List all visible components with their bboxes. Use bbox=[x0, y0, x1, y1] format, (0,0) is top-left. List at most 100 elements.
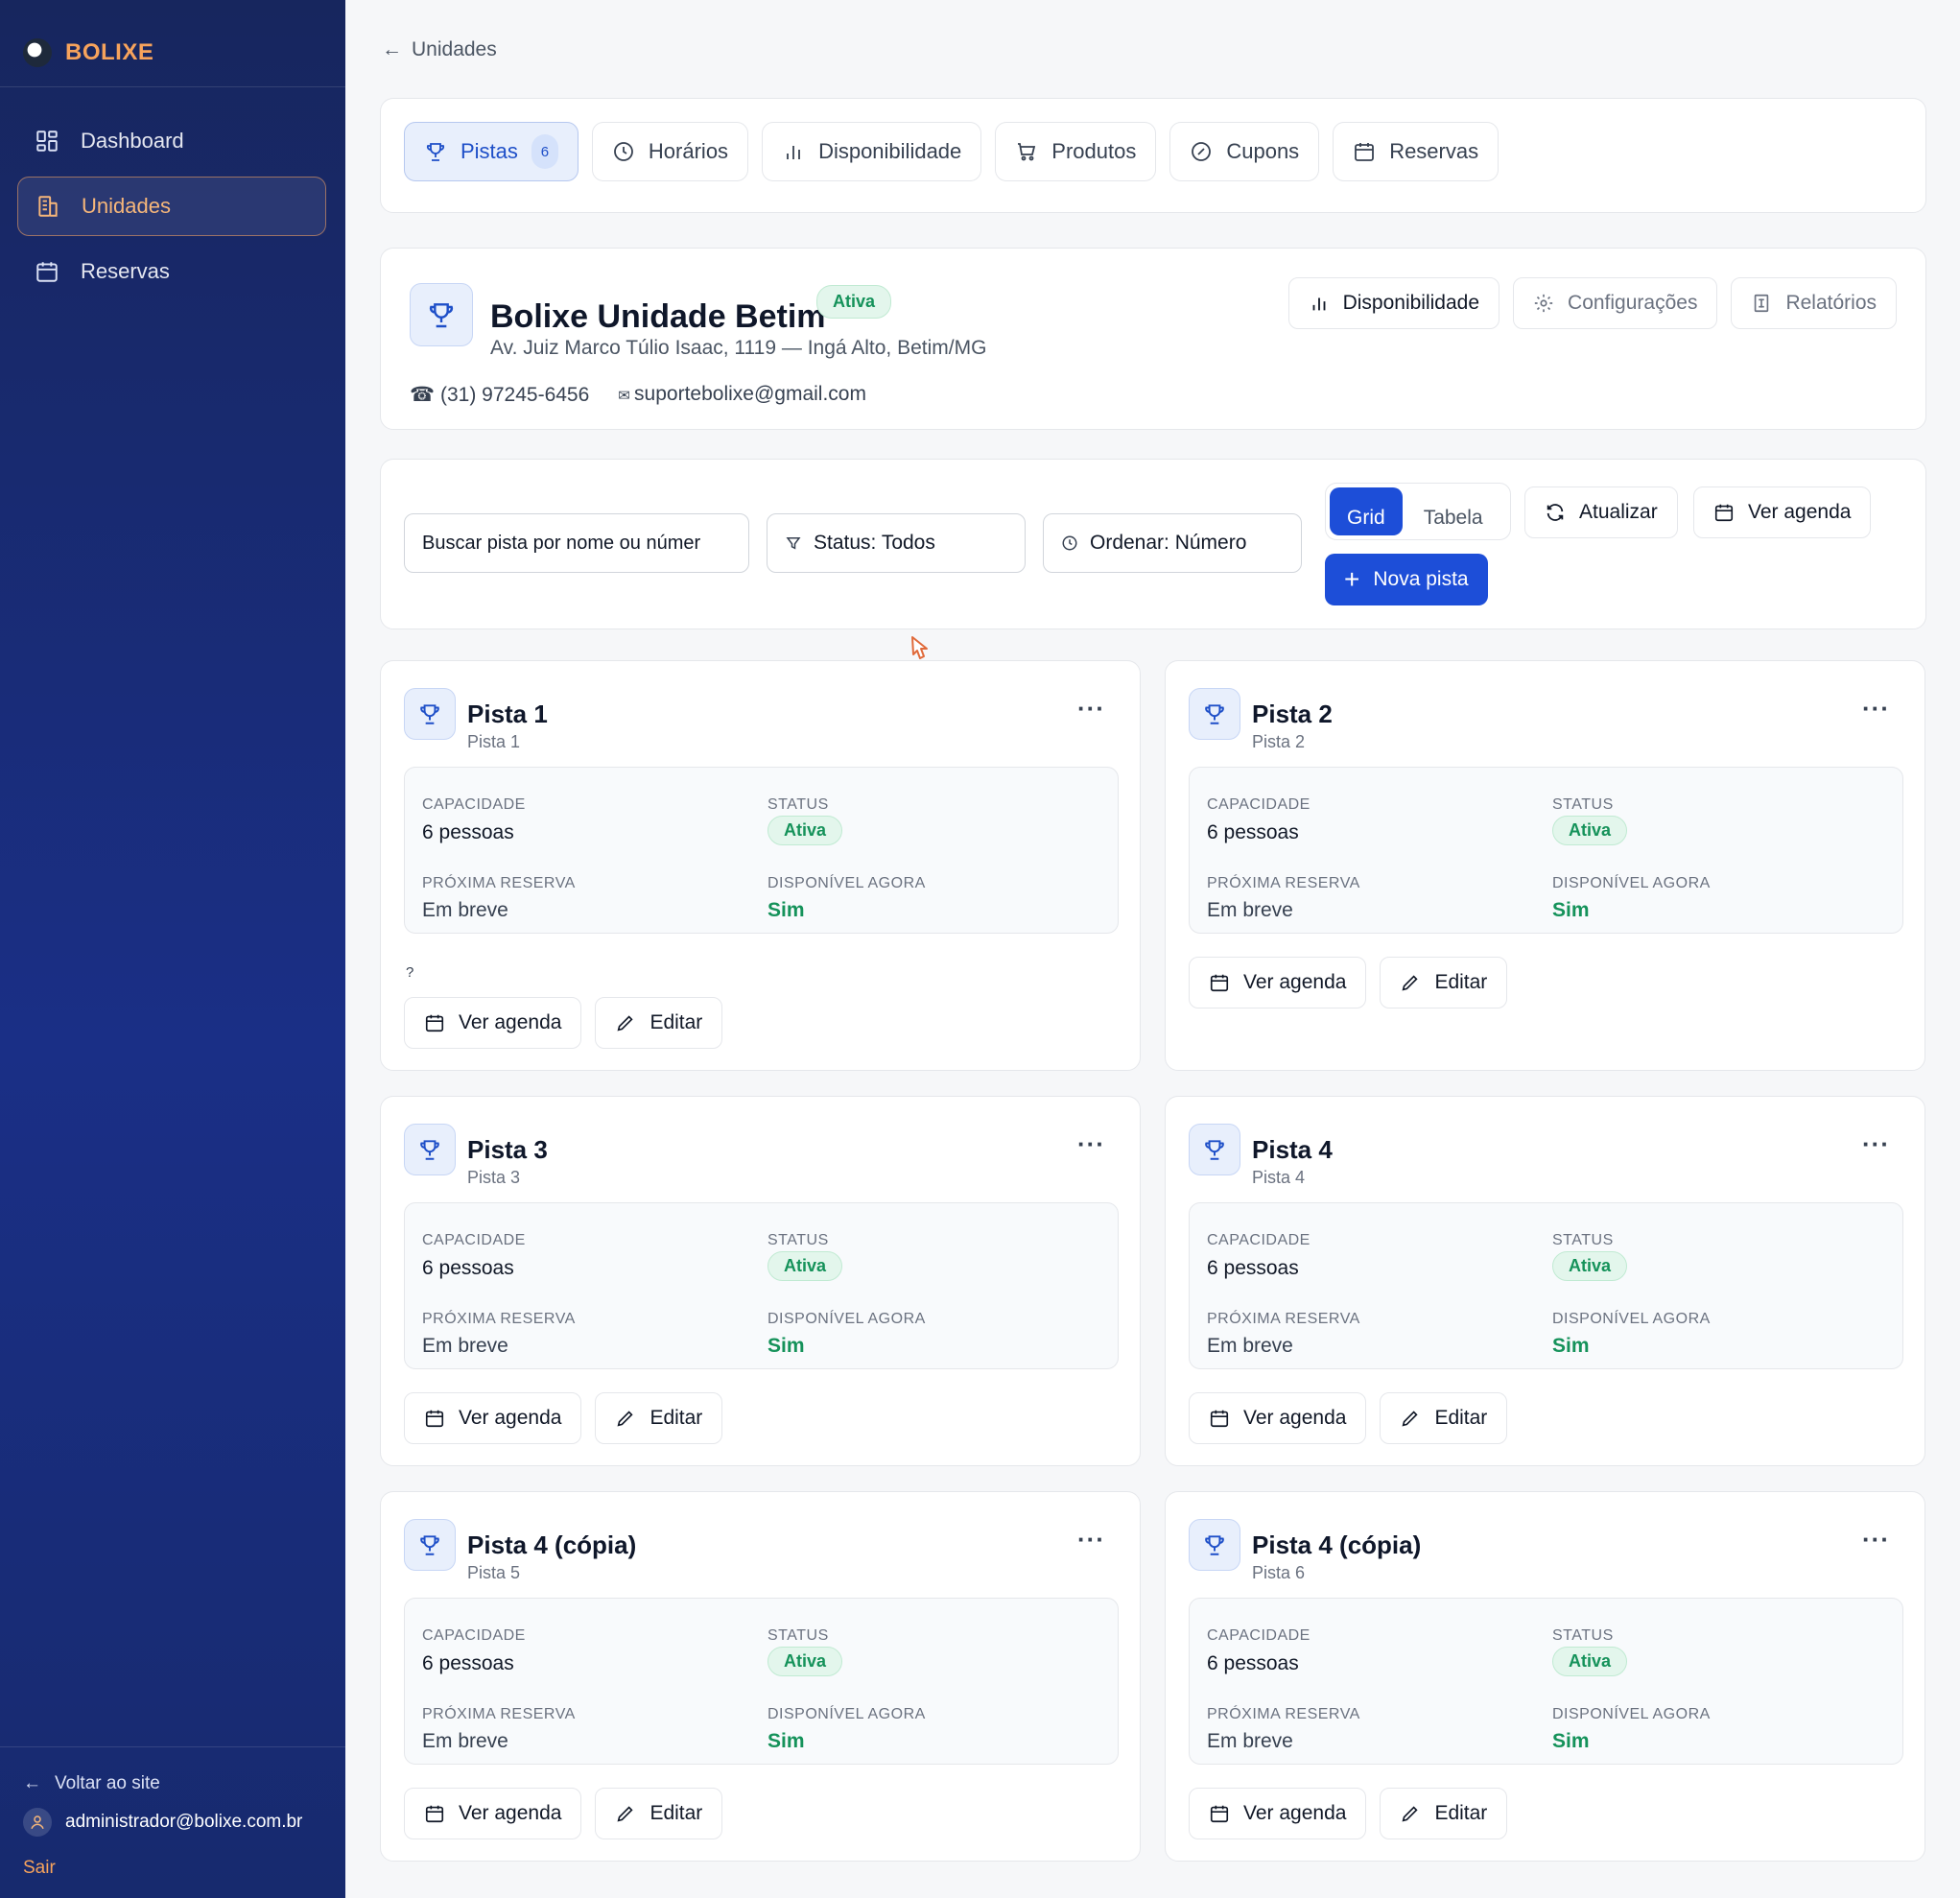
calendar-icon bbox=[425, 1805, 444, 1823]
more-options-icon[interactable]: ··· bbox=[1862, 1129, 1890, 1159]
trophy-icon bbox=[1189, 1124, 1240, 1175]
view-agenda-button[interactable]: Ver agenda bbox=[404, 1788, 582, 1839]
brand[interactable]: BOLIXE bbox=[23, 38, 153, 67]
select-value: Ordenar: Número bbox=[1090, 532, 1247, 554]
next-reservation-label: PRÓXIMA RESERVA bbox=[422, 1706, 576, 1722]
view-grid-button[interactable]: Grid bbox=[1330, 487, 1403, 535]
bar-chart-icon bbox=[787, 146, 800, 159]
view-table-button[interactable]: Tabela bbox=[1406, 487, 1500, 535]
button-label: Editar bbox=[649, 1407, 703, 1429]
lane-details: CAPACIDADE 6 pessoas STATUS Ativa PRÓXIM… bbox=[1189, 1202, 1903, 1369]
available-now-label: DISPONÍVEL AGORA bbox=[1552, 875, 1711, 891]
lane-details: CAPACIDADE 6 pessoas STATUS Ativa PRÓXIM… bbox=[404, 1202, 1119, 1369]
logout-link[interactable]: Sair bbox=[23, 1858, 56, 1879]
tab-produtos[interactable]: Produtos bbox=[995, 122, 1157, 181]
sidebar-item-dashboard[interactable]: Dashboard bbox=[17, 111, 326, 171]
lane-details: CAPACIDADE 6 pessoas STATUS Ativa PRÓXIM… bbox=[404, 767, 1119, 934]
view-agenda-button[interactable]: Ver agenda bbox=[1189, 957, 1367, 1008]
lane-details: CAPACIDADE 6 pessoas STATUS Ativa PRÓXIM… bbox=[404, 1598, 1119, 1765]
tab-horarios[interactable]: Horários bbox=[591, 122, 749, 181]
lane-title: Pista 1 bbox=[467, 700, 548, 728]
new-lane-button[interactable]: + Nova pista bbox=[1325, 554, 1488, 605]
pencil-icon bbox=[1402, 1806, 1419, 1822]
pencil-icon bbox=[617, 1411, 634, 1427]
reports-button[interactable]: Relatórios bbox=[1731, 277, 1897, 329]
bar-chart-icon bbox=[1312, 297, 1326, 311]
available-now-label: DISPONÍVEL AGORA bbox=[767, 1706, 926, 1722]
view-agenda-button[interactable]: Ver agenda bbox=[404, 997, 582, 1049]
capacity-value: 6 pessoas bbox=[422, 1257, 514, 1279]
sidebar-item-unidades[interactable]: Unidades bbox=[17, 177, 326, 236]
more-options-icon[interactable]: ··· bbox=[1077, 1129, 1105, 1159]
status-badge: Ativa bbox=[767, 816, 843, 845]
button-label: Editar bbox=[1434, 971, 1488, 993]
breadcrumb-label: Unidades bbox=[412, 38, 497, 60]
available-now-label: DISPONÍVEL AGORA bbox=[1552, 1706, 1711, 1722]
button-label: Configurações bbox=[1568, 292, 1698, 314]
cart-icon bbox=[1018, 143, 1036, 161]
lane-subtitle: Pista 2 bbox=[1252, 732, 1306, 751]
next-reservation-label: PRÓXIMA RESERVA bbox=[1207, 1706, 1360, 1722]
tab-cupons[interactable]: Cupons bbox=[1169, 122, 1320, 181]
refresh-button[interactable]: Atualizar bbox=[1524, 486, 1678, 538]
edit-button[interactable]: Editar bbox=[1380, 957, 1508, 1008]
back-to-site-link[interactable]: ← Voltar ao site bbox=[23, 1773, 160, 1794]
tab-pistas[interactable]: Pistas 6 bbox=[404, 122, 579, 181]
status-label: STATUS bbox=[1552, 1627, 1614, 1644]
lane-actions: Ver agenda Editar bbox=[1189, 957, 1508, 1008]
sidebar-item-reservas[interactable]: Reservas bbox=[17, 242, 326, 301]
breadcrumb[interactable]: ← Unidades bbox=[382, 38, 497, 61]
next-reservation-label: PRÓXIMA RESERVA bbox=[1207, 1311, 1360, 1327]
lane-title: Pista 4 bbox=[1252, 1135, 1333, 1164]
tab-label: Cupons bbox=[1226, 139, 1300, 163]
calendar-icon bbox=[1210, 1410, 1229, 1428]
trophy-icon bbox=[426, 143, 445, 161]
edit-button[interactable]: Editar bbox=[1380, 1788, 1508, 1839]
view-agenda-button[interactable]: Ver agenda bbox=[1189, 1392, 1367, 1444]
arrow-left-icon: ← bbox=[23, 1773, 41, 1793]
calendar-icon bbox=[1210, 974, 1229, 992]
capacity-value: 6 pessoas bbox=[1207, 1257, 1299, 1279]
pencil-icon bbox=[1402, 1411, 1419, 1427]
view-agenda-button[interactable]: Ver agenda bbox=[1693, 486, 1872, 538]
divider bbox=[0, 1746, 345, 1747]
user-info: administrador@bolixe.com.br bbox=[23, 1808, 340, 1837]
grid-icon bbox=[36, 130, 58, 152]
tab-bar: Pistas 6 Horários Disponibilidade Produt… bbox=[404, 122, 1500, 181]
trophy-icon bbox=[410, 283, 473, 346]
button-label: Disponibilidade bbox=[1342, 292, 1480, 314]
more-options-icon[interactable]: ··· bbox=[1077, 1525, 1105, 1554]
more-options-icon[interactable]: ··· bbox=[1862, 1525, 1890, 1554]
availability-button[interactable]: Disponibilidade bbox=[1287, 277, 1500, 329]
lane-card: Pista 2 Pista 2 ··· CAPACIDADE 6 pessoas… bbox=[1165, 660, 1925, 1071]
settings-button[interactable]: Configurações bbox=[1513, 277, 1718, 329]
button-label: Ver agenda bbox=[1243, 971, 1347, 993]
coupon-icon bbox=[1192, 142, 1212, 161]
status-filter[interactable]: Status: Todos bbox=[767, 513, 1026, 573]
more-options-icon[interactable]: ··· bbox=[1077, 694, 1105, 724]
edit-button[interactable]: Editar bbox=[595, 1788, 723, 1839]
view-agenda-button[interactable]: Ver agenda bbox=[1189, 1788, 1367, 1839]
tab-reservas[interactable]: Reservas bbox=[1333, 122, 1500, 181]
view-agenda-button[interactable]: Ver agenda bbox=[404, 1392, 582, 1444]
search-input[interactable] bbox=[404, 513, 749, 573]
capacity-label: CAPACIDADE bbox=[1207, 796, 1311, 813]
phone-number: (31) 97245-6456 bbox=[440, 384, 590, 406]
edit-button[interactable]: Editar bbox=[595, 997, 723, 1049]
more-options-icon[interactable]: ··· bbox=[1862, 694, 1890, 724]
lane-subtitle: Pista 6 bbox=[1252, 1563, 1306, 1582]
tab-disponibilidade[interactable]: Disponibilidade bbox=[762, 122, 982, 181]
sidebar-item-label: Dashboard bbox=[81, 129, 184, 153]
edit-button[interactable]: Editar bbox=[595, 1392, 723, 1444]
bowling-logo-icon bbox=[23, 38, 52, 67]
status-badge: Ativa bbox=[1552, 1647, 1628, 1676]
order-select[interactable]: Ordenar: Número bbox=[1043, 513, 1302, 573]
button-label: Editar bbox=[1434, 1407, 1488, 1429]
capacity-value: 6 pessoas bbox=[1207, 821, 1299, 843]
button-label: Ver agenda bbox=[1243, 1407, 1347, 1429]
tab-label: Pistas bbox=[460, 139, 518, 163]
receipt-icon bbox=[1755, 294, 1769, 313]
pencil-icon bbox=[617, 1806, 634, 1822]
edit-button[interactable]: Editar bbox=[1380, 1392, 1508, 1444]
capacity-value: 6 pessoas bbox=[422, 821, 514, 843]
